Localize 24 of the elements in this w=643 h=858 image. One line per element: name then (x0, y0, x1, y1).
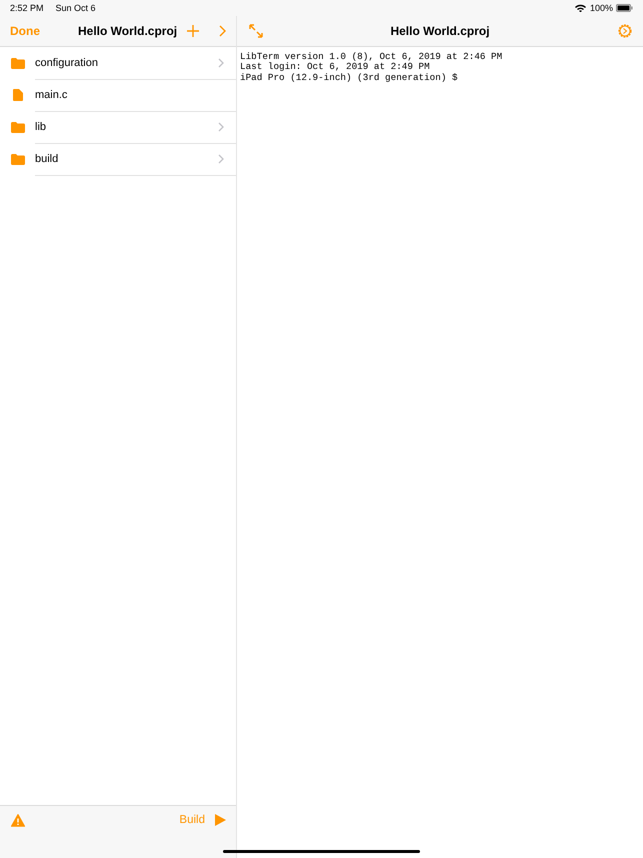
expand-button[interactable] (249, 24, 263, 38)
run-button[interactable] (215, 814, 226, 826)
wifi-icon (574, 4, 586, 12)
terminal-line: Last login: Oct 6, 2019 at 2:49 PM (240, 62, 431, 73)
file-name[interactable]: lib (35, 120, 218, 132)
terminal-title: Hello World.cproj (390, 24, 490, 38)
battery-percent: 100% (590, 3, 613, 13)
folder-icon (11, 154, 25, 164)
folder-icon (11, 122, 25, 132)
battery-icon (616, 4, 633, 12)
status-date: Sun Oct 6 (56, 3, 96, 13)
file-name[interactable]: build (35, 152, 218, 164)
warning-icon[interactable] (11, 814, 25, 827)
forward-button[interactable] (219, 25, 226, 37)
folder-icon (11, 58, 25, 68)
terminal-line: LibTerm version 1.0 (8), Oct 6, 2019 at 2:46 PM (240, 52, 504, 62)
project-title: Hello World.cproj (78, 24, 178, 38)
file-name[interactable]: main.c (35, 88, 224, 100)
settings-button[interactable] (617, 23, 633, 39)
file-name[interactable]: configuration (35, 56, 218, 68)
file-icon (13, 89, 23, 101)
add-button[interactable] (187, 25, 199, 37)
status-time: 2:52 PM (10, 3, 44, 13)
terminal-line: iPad Pro (12.9-inch) (3rd generation) $ (240, 72, 459, 83)
